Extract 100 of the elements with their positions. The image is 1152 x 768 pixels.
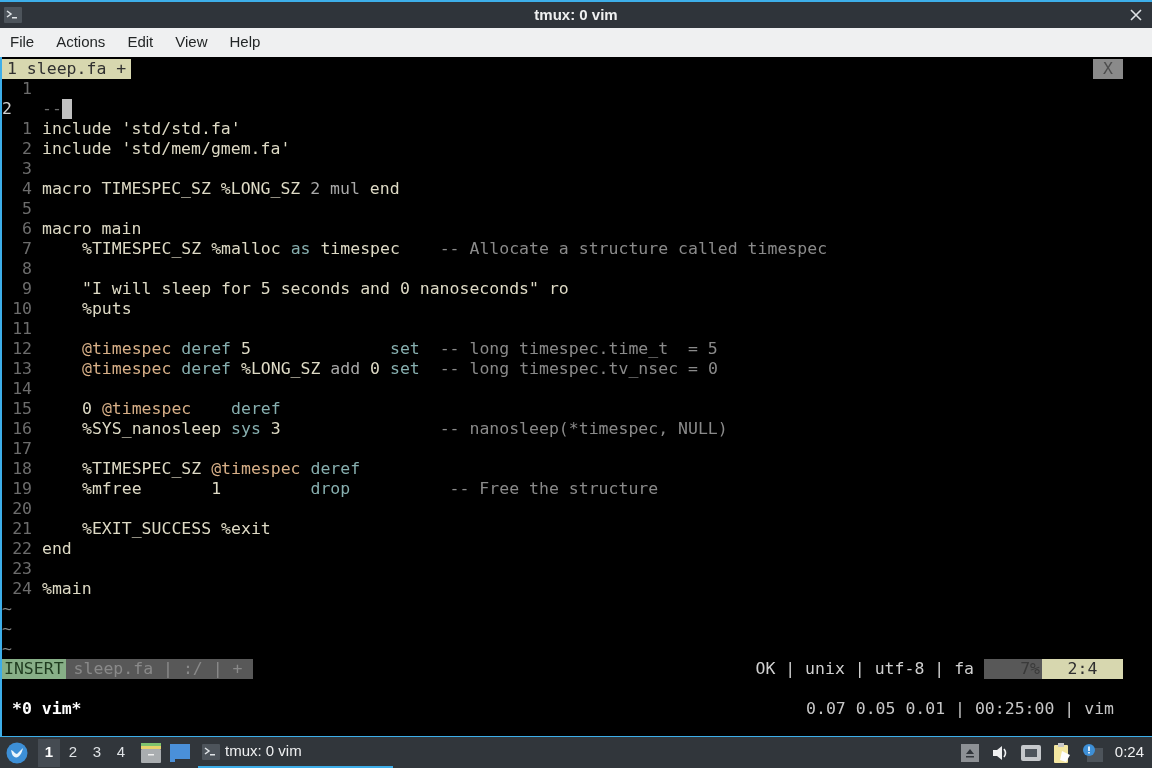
line-number: 13 xyxy=(11,359,32,379)
line-number: 2 xyxy=(2,99,13,119)
menu-item[interactable]: Help xyxy=(221,31,269,54)
line-number: 2 xyxy=(21,139,32,159)
line-number: 7 xyxy=(21,239,32,259)
terminal-icon xyxy=(202,743,220,760)
line-number: 20 xyxy=(11,499,32,519)
code-text: %puts xyxy=(82,299,132,319)
code-text: %TIMESPEC_SZ xyxy=(82,459,203,479)
code-text: %LONG_SZ xyxy=(239,359,322,379)
line-number: 14 xyxy=(11,379,32,399)
line-number: 15 xyxy=(11,399,32,419)
code-text: 0 xyxy=(369,359,382,379)
code-text: 3 xyxy=(269,419,281,439)
line-number: 3 xyxy=(21,159,32,179)
line-number: 8 xyxy=(21,259,32,279)
code-text: timespec xyxy=(319,239,400,259)
code-text: set xyxy=(389,339,420,359)
tilde: ~ xyxy=(2,599,12,619)
code-text: %SYS_nanosleep xyxy=(82,419,223,439)
tmux-window-list: *0 vim* xyxy=(12,699,82,719)
line-number: 16 xyxy=(11,419,32,439)
cursor-position: 2:4 xyxy=(1042,659,1123,679)
line-number: 12 xyxy=(11,339,32,359)
code-text: deref xyxy=(309,459,361,479)
code-text: @timespec xyxy=(101,399,192,419)
code-text: 5 xyxy=(239,339,252,359)
line-number: 5 xyxy=(21,199,32,219)
code-text: 2 mul xyxy=(310,179,360,199)
code-text: 0 xyxy=(82,399,93,419)
code-text: %TIMESPEC_SZ %malloc xyxy=(82,239,282,259)
code-text: add xyxy=(330,359,361,379)
desktop-button[interactable]: 4 xyxy=(110,738,132,767)
code-text: deref xyxy=(180,359,231,379)
code-text: %main xyxy=(42,579,92,599)
code-text: as xyxy=(290,239,311,259)
line-number: 17 xyxy=(11,439,32,459)
code-comment: -- Allocate a structure called timespec xyxy=(438,239,828,259)
clipboard-icon[interactable] xyxy=(1052,742,1071,763)
code-comment: -- long timespec.time_t = 5 xyxy=(438,339,718,359)
line-number: 11 xyxy=(11,319,32,339)
code-text: include 'std/mem/gmem.fa' xyxy=(42,139,291,159)
tab[interactable]: 1 sleep.fa + xyxy=(2,59,132,79)
code-text: "I will sleep for 5 seconds and 0 nanoseconds" ro xyxy=(82,279,569,299)
line-number: 6 xyxy=(21,219,32,239)
menu-item[interactable]: File xyxy=(2,31,43,54)
code-text: %EXIT_SUCCESS %exit xyxy=(82,519,271,539)
window-title: tmux: 0 vim xyxy=(533,4,619,25)
code-text: sys xyxy=(231,419,261,439)
code-text: @timespec xyxy=(82,339,172,359)
volume-icon[interactable] xyxy=(990,743,1009,762)
line-number: 9 xyxy=(21,279,32,299)
mode-indicator: INSERT xyxy=(2,659,66,679)
line-number: 21 xyxy=(11,519,32,539)
desktop-button[interactable]: 2 xyxy=(62,738,84,767)
window-icon[interactable] xyxy=(170,743,190,762)
menu-item[interactable]: View xyxy=(167,31,216,54)
code-text: @timespec xyxy=(211,459,301,479)
code-comment: -- long timespec.tv_nsec = 0 xyxy=(438,359,718,379)
file-status: OK | unix | utf-8 | fa xyxy=(755,659,974,679)
code-text: include 'std/std.fa' xyxy=(42,119,241,139)
line-number: 1 xyxy=(21,79,32,99)
notification-icon[interactable] xyxy=(1082,743,1103,762)
tmux-status: 0.07 0.05 0.01 | 00:25:00 | vim xyxy=(806,699,1114,719)
line-number: 4 xyxy=(21,179,32,199)
eject-icon[interactable] xyxy=(960,743,979,762)
line-number: 22 xyxy=(11,539,32,559)
network-icon[interactable] xyxy=(1020,744,1041,761)
menu-item[interactable]: Actions xyxy=(48,31,114,54)
tilde: ~ xyxy=(2,639,12,659)
code-text: drop xyxy=(310,479,351,499)
code-text: %mfree 1 xyxy=(82,479,223,499)
line-number: 18 xyxy=(11,459,32,479)
start-menu-icon[interactable] xyxy=(6,741,28,764)
close-icon[interactable] xyxy=(1130,9,1142,21)
code-text: macro main xyxy=(42,219,142,239)
line-number: 1 xyxy=(21,119,32,139)
code-text: @timespec xyxy=(82,359,172,379)
code-text: deref xyxy=(230,399,281,419)
code-text: deref xyxy=(180,339,231,359)
code-text: end xyxy=(42,539,72,559)
code-text: set xyxy=(390,359,420,379)
line-number: 24 xyxy=(11,579,32,599)
code-text: -- xyxy=(42,99,62,119)
code-comment: -- nanosleep(*timespec, NULL) xyxy=(438,419,728,439)
code-comment: -- Free the structure xyxy=(448,479,659,499)
clock[interactable]: 0:24 xyxy=(1114,741,1144,764)
file-manager-icon[interactable] xyxy=(140,742,162,763)
menu-item[interactable]: Edit xyxy=(119,31,162,54)
terminal-icon[interactable] xyxy=(4,7,22,23)
taskbar-button[interactable]: tmux: 0 vim xyxy=(198,737,393,768)
line-number: 10 xyxy=(11,299,32,319)
text-cursor xyxy=(61,99,72,119)
code-text: end xyxy=(368,179,400,199)
desktop-button[interactable]: 1 xyxy=(38,738,60,767)
line-number: 23 xyxy=(11,559,32,579)
code-text: macro TIMESPEC_SZ %LONG_SZ xyxy=(42,179,302,199)
tilde: ~ xyxy=(2,619,12,639)
line-number: 19 xyxy=(11,479,32,499)
desktop-button[interactable]: 3 xyxy=(86,738,108,767)
